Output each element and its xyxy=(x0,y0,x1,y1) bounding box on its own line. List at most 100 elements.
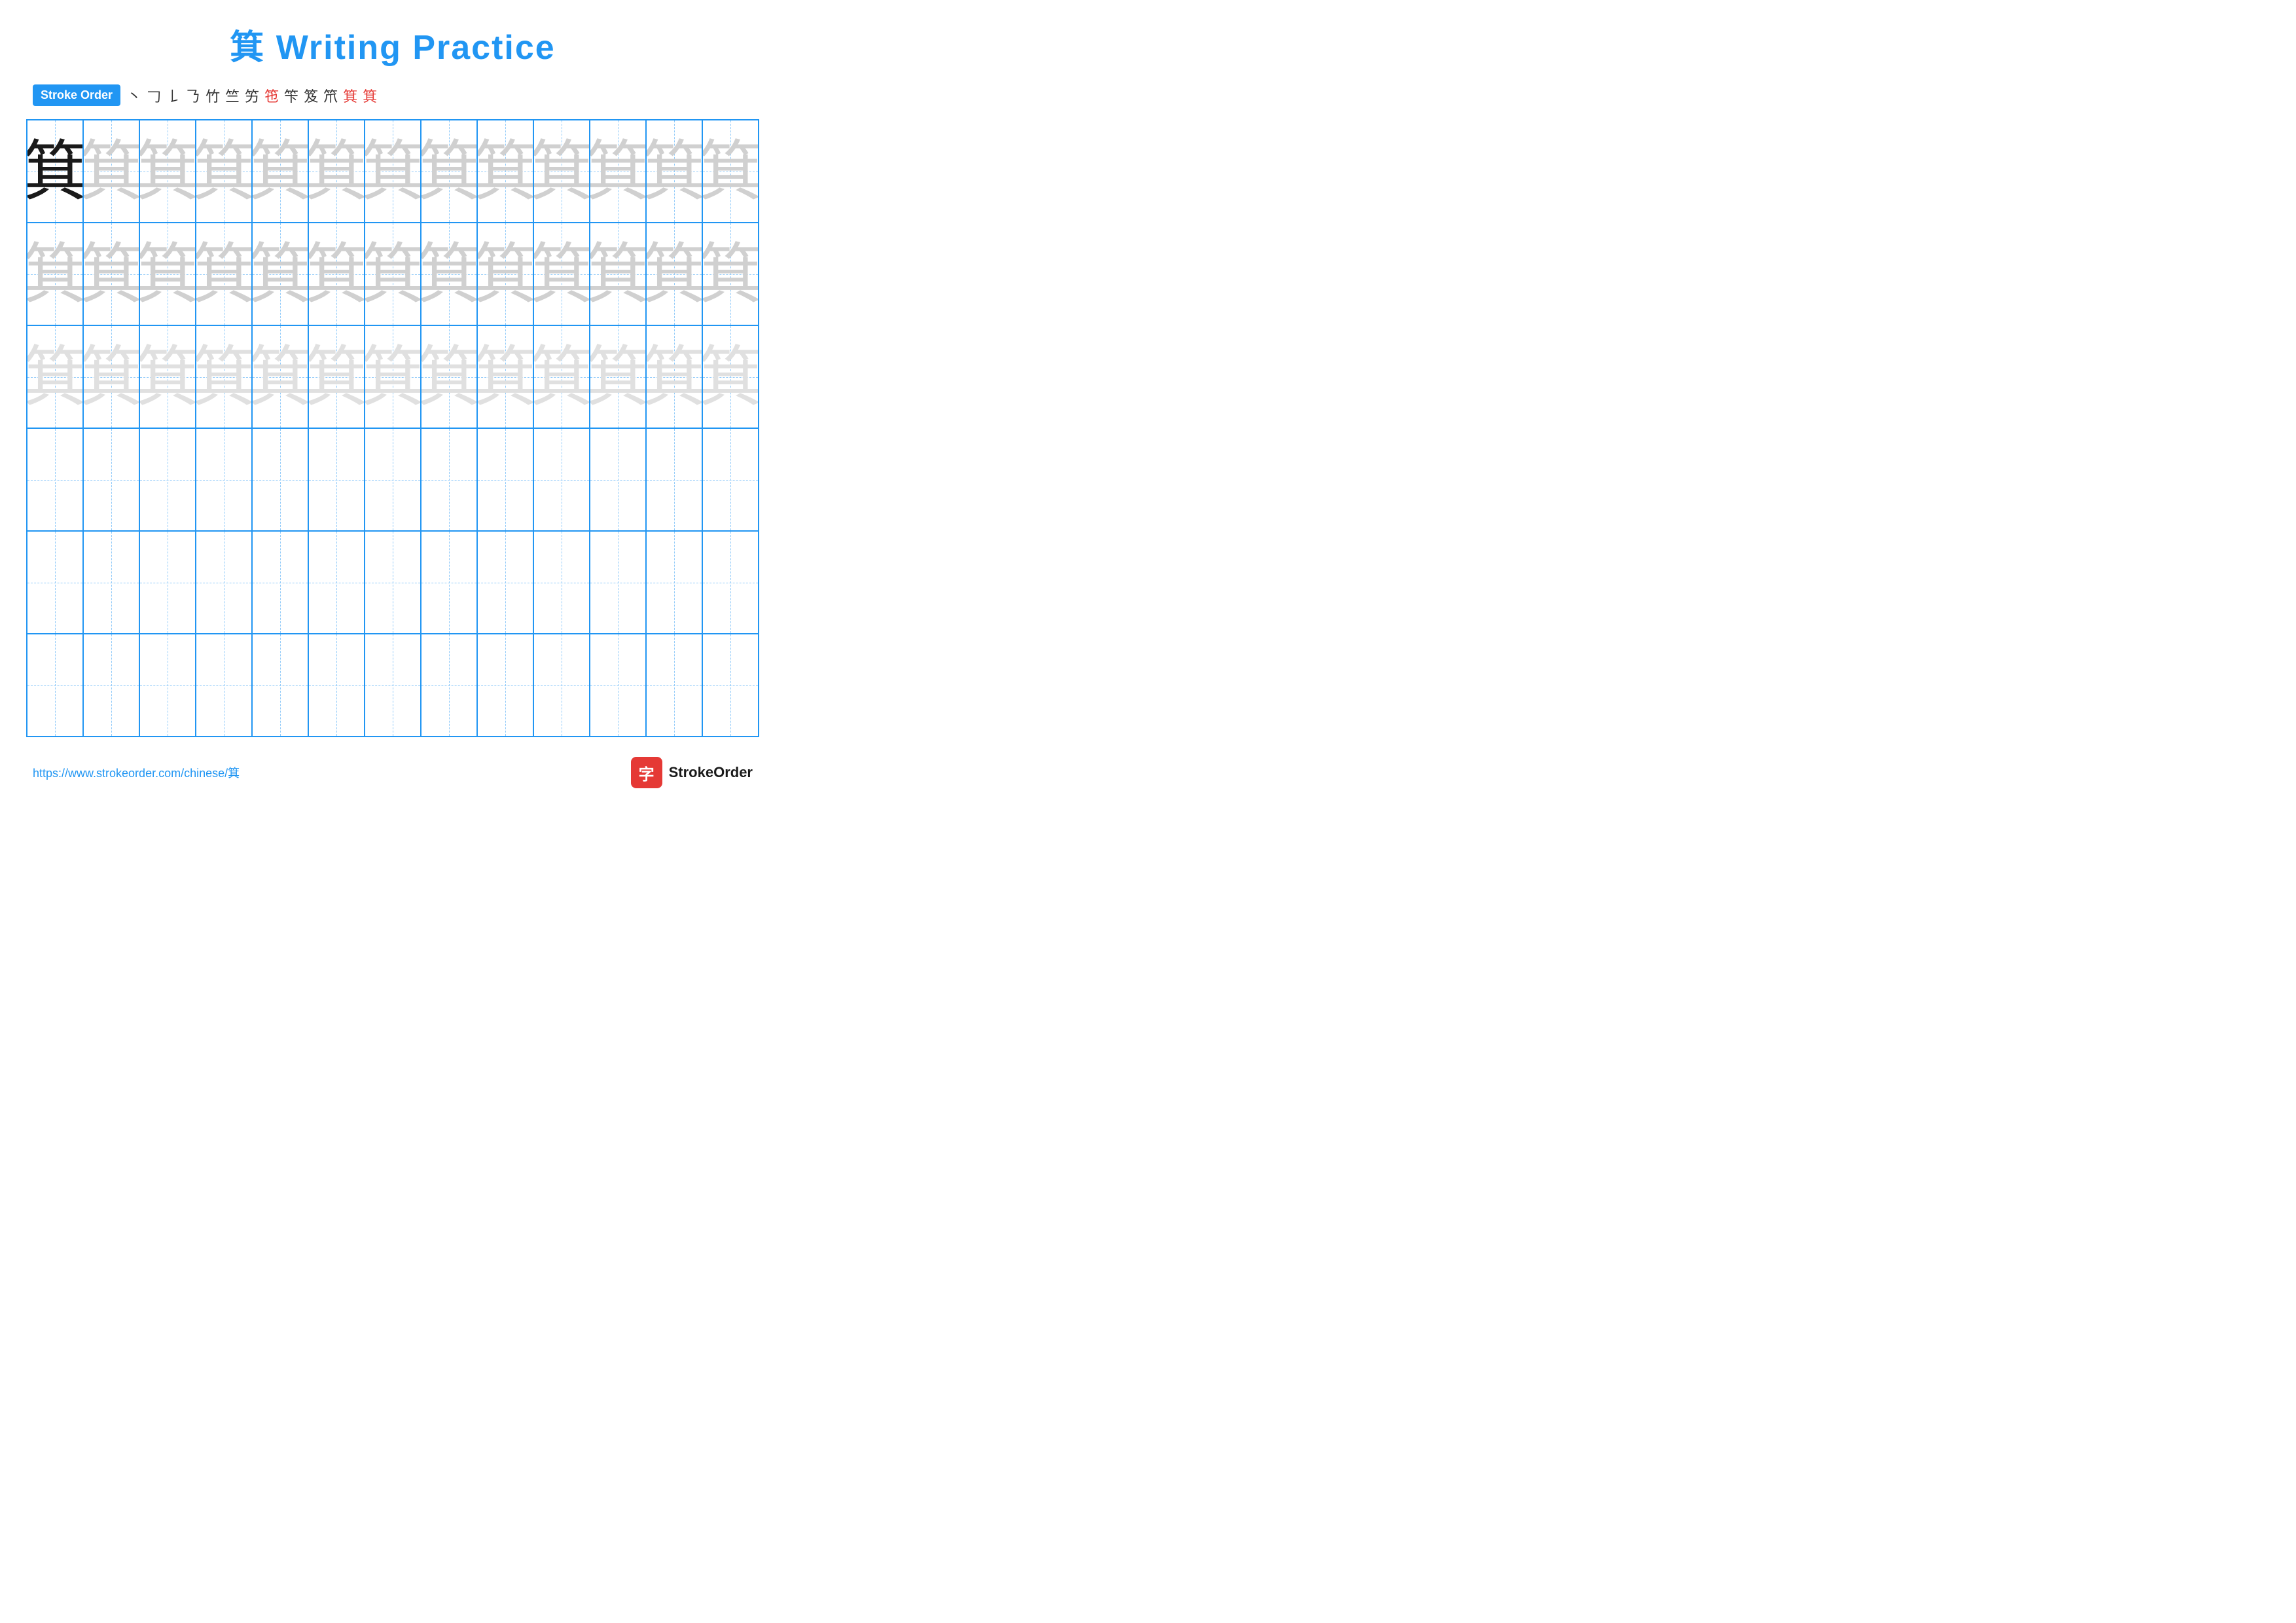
grid-cell-3-10[interactable]: 箕 xyxy=(534,326,590,428)
grid-cell-1-8[interactable]: 箕 xyxy=(422,120,478,222)
grid-cell-2-4[interactable]: 箕 xyxy=(196,223,253,325)
grid-cell-5-2[interactable] xyxy=(84,532,140,633)
grid-row-3: 箕 箕 箕 箕 箕 箕 箕 箕 箕 箕 箕 箕 xyxy=(27,326,758,429)
grid-row-2: 箕 箕 箕 箕 箕 箕 箕 箕 箕 箕 箕 箕 xyxy=(27,223,758,326)
stroke-step-11: 笊 xyxy=(323,85,338,106)
stroke-step-9: 笇 xyxy=(284,85,298,106)
grid-cell-4-11[interactable] xyxy=(590,429,647,530)
footer-url[interactable]: https://www.strokeorder.com/chinese/箕 xyxy=(33,764,240,781)
grid-cell-2-1[interactable]: 箕 xyxy=(27,223,84,325)
grid-cell-4-8[interactable] xyxy=(422,429,478,530)
grid-cell-5-3[interactable] xyxy=(140,532,196,633)
grid-cell-2-11[interactable]: 箕 xyxy=(590,223,647,325)
grid-cell-1-12[interactable]: 箕 xyxy=(647,120,703,222)
grid-row-5 xyxy=(27,532,758,634)
grid-cell-5-6[interactable] xyxy=(309,532,365,633)
stroke-step-10: 笈 xyxy=(304,85,318,106)
stroke-step-6: 竺 xyxy=(225,85,240,106)
grid-cell-5-1[interactable] xyxy=(27,532,84,633)
grid-cell-5-12[interactable] xyxy=(647,532,703,633)
stroke-step-12: 箕 xyxy=(343,85,357,106)
grid-cell-1-4[interactable]: 箕 xyxy=(196,120,253,222)
grid-cell-4-1[interactable] xyxy=(27,429,84,530)
grid-cell-4-3[interactable] xyxy=(140,429,196,530)
grid-cell-6-12[interactable] xyxy=(647,634,703,736)
grid-cell-5-8[interactable] xyxy=(422,532,478,633)
grid-cell-5-13[interactable] xyxy=(703,532,758,633)
grid-cell-6-4[interactable] xyxy=(196,634,253,736)
grid-cell-3-9[interactable]: 箕 xyxy=(478,326,534,428)
grid-cell-2-2[interactable]: 箕 xyxy=(84,223,140,325)
grid-cell-6-9[interactable] xyxy=(478,634,534,736)
title-text: Writing Practice xyxy=(265,29,555,67)
grid-cell-4-7[interactable] xyxy=(365,429,422,530)
footer: https://www.strokeorder.com/chinese/箕 字 … xyxy=(26,757,759,788)
grid-cell-3-11[interactable]: 箕 xyxy=(590,326,647,428)
grid-cell-3-1[interactable]: 箕 xyxy=(27,326,84,428)
grid-cell-5-7[interactable] xyxy=(365,532,422,633)
grid-cell-5-5[interactable] xyxy=(253,532,309,633)
grid-cell-4-9[interactable] xyxy=(478,429,534,530)
grid-cell-6-13[interactable] xyxy=(703,634,758,736)
grid-cell-2-13[interactable]: 箕 xyxy=(703,223,758,325)
grid-cell-1-3[interactable]: 箕 xyxy=(140,120,196,222)
stroke-step-3: 𠄌 xyxy=(166,85,181,106)
grid-cell-2-5[interactable]: 箕 xyxy=(253,223,309,325)
grid-cell-3-8[interactable]: 箕 xyxy=(422,326,478,428)
grid-cell-2-10[interactable]: 箕 xyxy=(534,223,590,325)
brand-name: StrokeOrder xyxy=(669,764,753,781)
grid-cell-1-5[interactable]: 箕 xyxy=(253,120,309,222)
grid-cell-6-3[interactable] xyxy=(140,634,196,736)
grid-cell-6-6[interactable] xyxy=(309,634,365,736)
grid-cell-3-2[interactable]: 箕 xyxy=(84,326,140,428)
grid-cell-4-5[interactable] xyxy=(253,429,309,530)
grid-cell-4-13[interactable] xyxy=(703,429,758,530)
footer-brand: 字 StrokeOrder xyxy=(631,757,753,788)
grid-cell-4-6[interactable] xyxy=(309,429,365,530)
grid-cell-3-4[interactable]: 箕 xyxy=(196,326,253,428)
grid-cell-2-12[interactable]: 箕 xyxy=(647,223,703,325)
grid-cell-6-7[interactable] xyxy=(365,634,422,736)
grid-cell-1-1[interactable]: 箕 xyxy=(27,120,84,222)
grid-cell-1-6[interactable]: 箕 xyxy=(309,120,365,222)
grid-cell-2-9[interactable]: 箕 xyxy=(478,223,534,325)
grid-cell-1-10[interactable]: 箕 xyxy=(534,120,590,222)
grid-cell-1-9[interactable]: 箕 xyxy=(478,120,534,222)
grid-cell-4-12[interactable] xyxy=(647,429,703,530)
grid-cell-1-11[interactable]: 箕 xyxy=(590,120,647,222)
grid-cell-6-11[interactable] xyxy=(590,634,647,736)
grid-cell-3-7[interactable]: 箕 xyxy=(365,326,422,428)
grid-cell-1-13[interactable]: 箕 xyxy=(703,120,758,222)
grid-cell-4-4[interactable] xyxy=(196,429,253,530)
grid-cell-2-6[interactable]: 箕 xyxy=(309,223,365,325)
stroke-step-7: 竻 xyxy=(245,85,259,106)
grid-cell-2-8[interactable]: 箕 xyxy=(422,223,478,325)
stroke-step-13: 箕 xyxy=(363,85,377,106)
grid-cell-2-3[interactable]: 箕 xyxy=(140,223,196,325)
char-light: 箕 xyxy=(84,139,140,204)
grid-cell-6-5[interactable] xyxy=(253,634,309,736)
grid-cell-3-6[interactable]: 箕 xyxy=(309,326,365,428)
grid-cell-3-5[interactable]: 箕 xyxy=(253,326,309,428)
grid-cell-4-10[interactable] xyxy=(534,429,590,530)
grid-cell-5-10[interactable] xyxy=(534,532,590,633)
grid-cell-3-13[interactable]: 箕 xyxy=(703,326,758,428)
stroke-step-4: 𠄎 xyxy=(186,85,200,106)
stroke-step-2: 𠃌 xyxy=(147,85,161,106)
grid-cell-6-2[interactable] xyxy=(84,634,140,736)
practice-grid: 箕 箕 箕 箕 箕 箕 箕 箕 箕 箕 箕 箕 xyxy=(26,119,759,737)
grid-cell-3-3[interactable]: 箕 xyxy=(140,326,196,428)
grid-cell-6-8[interactable] xyxy=(422,634,478,736)
grid-cell-1-2[interactable]: 箕 xyxy=(84,120,140,222)
grid-cell-6-10[interactable] xyxy=(534,634,590,736)
grid-cell-5-9[interactable] xyxy=(478,532,534,633)
grid-cell-1-7[interactable]: 箕 xyxy=(365,120,422,222)
grid-cell-6-1[interactable] xyxy=(27,634,84,736)
brand-icon: 字 xyxy=(631,757,662,788)
grid-cell-3-12[interactable]: 箕 xyxy=(647,326,703,428)
grid-cell-4-2[interactable] xyxy=(84,429,140,530)
grid-cell-2-7[interactable]: 箕 xyxy=(365,223,422,325)
grid-cell-5-11[interactable] xyxy=(590,532,647,633)
grid-row-6 xyxy=(27,634,758,736)
grid-cell-5-4[interactable] xyxy=(196,532,253,633)
